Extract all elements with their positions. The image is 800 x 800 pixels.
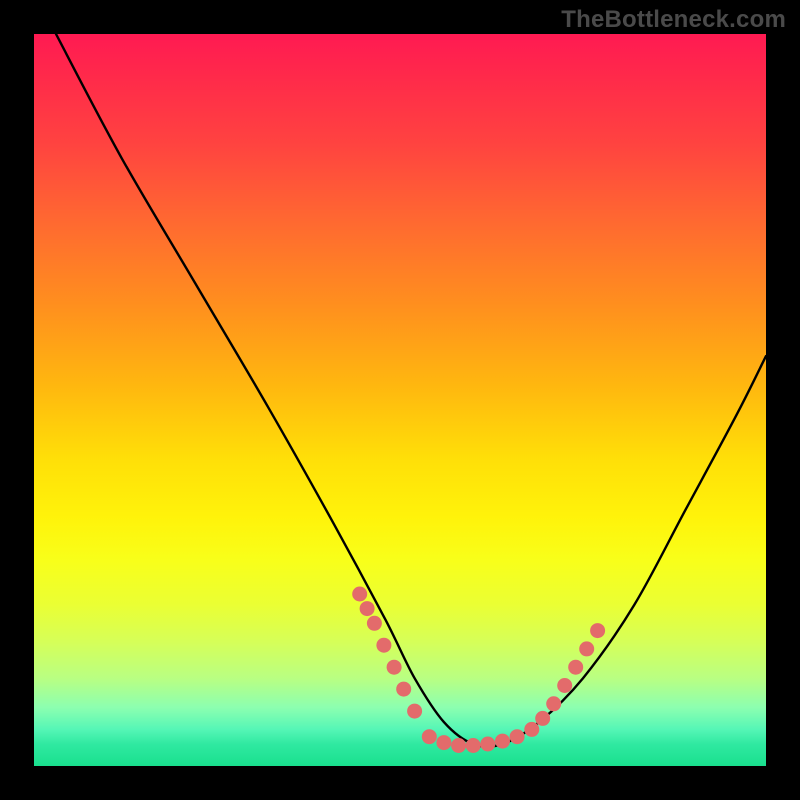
curve-marker — [407, 704, 422, 719]
curve-marker — [422, 729, 437, 744]
curve-marker — [352, 587, 367, 602]
curve-marker — [466, 738, 481, 753]
marker-cluster-right — [535, 623, 605, 726]
curve-marker — [579, 641, 594, 656]
curve-marker — [367, 616, 382, 631]
curve-marker — [510, 729, 525, 744]
chart-stage: TheBottleneck.com — [0, 0, 800, 800]
curve-marker — [524, 722, 539, 737]
curve-marker — [376, 638, 391, 653]
marker-cluster-left — [352, 587, 422, 719]
curve-marker — [436, 735, 451, 750]
curve-marker — [568, 660, 583, 675]
curve-marker — [557, 678, 572, 693]
curve-marker — [451, 738, 466, 753]
plot-gradient-area — [34, 34, 766, 766]
curve-marker — [495, 734, 510, 749]
marker-cluster-bottom — [422, 722, 540, 753]
curve-marker — [546, 696, 561, 711]
chart-svg — [34, 34, 766, 766]
curve-marker — [535, 711, 550, 726]
curve-marker — [590, 623, 605, 638]
watermark-text: TheBottleneck.com — [561, 6, 786, 34]
curve-marker — [480, 737, 495, 752]
curve-marker — [360, 601, 375, 616]
curve-marker — [387, 660, 402, 675]
curve-marker — [396, 682, 411, 697]
bottleneck-curve — [56, 34, 766, 747]
